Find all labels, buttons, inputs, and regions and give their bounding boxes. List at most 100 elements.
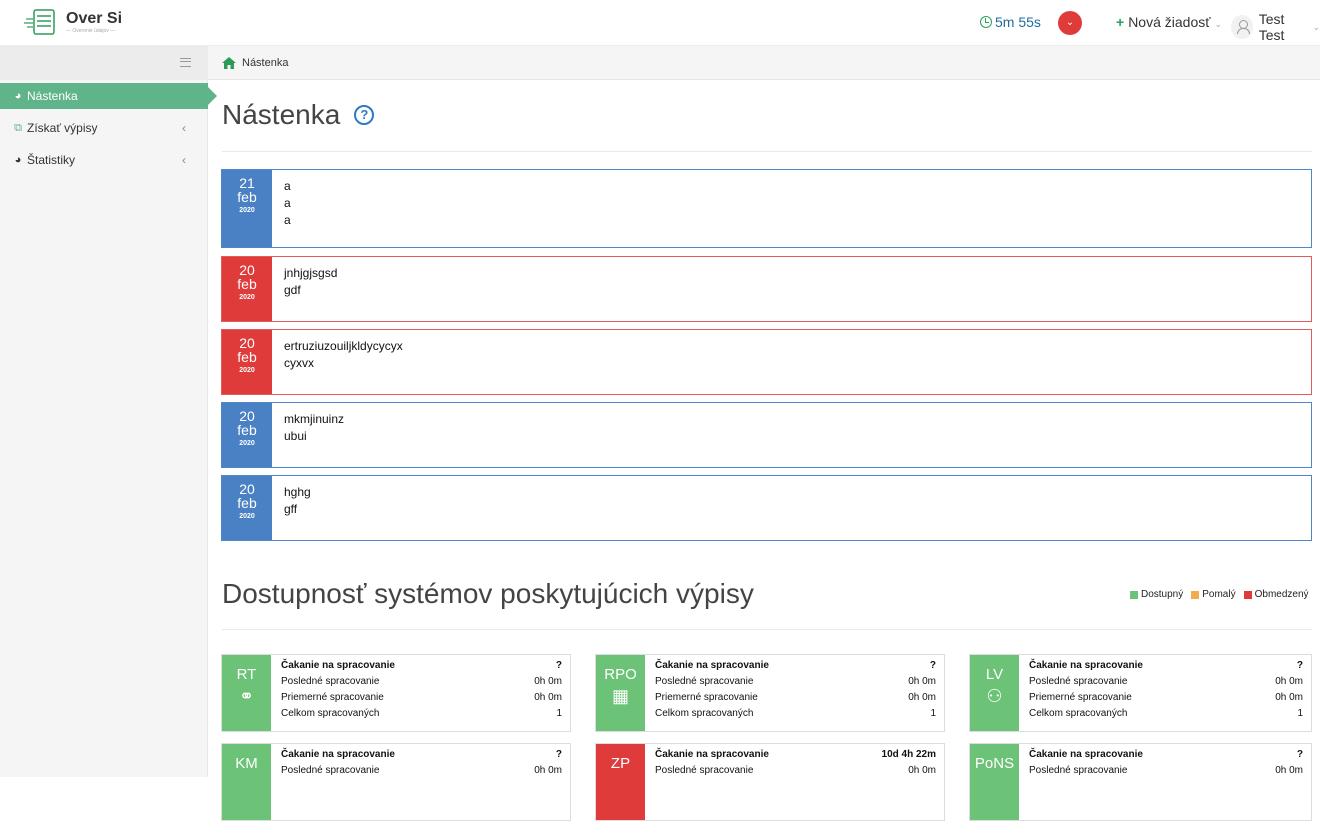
notice-year: 2020 xyxy=(239,513,255,520)
dashboard-icon: ◕ xyxy=(14,90,22,102)
stat-label: Čakanie na spracovanie xyxy=(1029,749,1143,760)
stat-value: 1 xyxy=(930,708,936,719)
session-timer: 5m 55s xyxy=(980,14,1041,30)
legend-label: Dostupný xyxy=(1141,589,1184,600)
system-code: LV xyxy=(985,666,1004,683)
dashboard-icon: ◕ xyxy=(14,154,22,166)
availability-title: Dostupnosť systémov poskytujúcich výpisy xyxy=(222,578,754,609)
stat-label: Posledné spracovanie xyxy=(655,676,754,687)
notice-body: a a a xyxy=(272,170,303,247)
system-card-rpo: RPO ▦ Čakanie na spracovanie? Posledné s… xyxy=(595,654,945,732)
plus-icon: + xyxy=(1116,14,1125,30)
system-stats: Čakanie na spracovanie? Posledné spracov… xyxy=(645,655,944,731)
notice-year: 2020 xyxy=(239,440,255,447)
legend-item: Dostupný xyxy=(1130,589,1183,600)
notice-year: 2020 xyxy=(239,294,255,301)
stat-value: ? xyxy=(1296,749,1303,760)
legend-item: Pomalý xyxy=(1191,589,1236,600)
stat-value: ? xyxy=(929,660,936,671)
stat-label: Celkom spracovaných xyxy=(281,708,380,719)
notice-card: 20 feb 2020 ertruziuzouiljkldycycyx cyxv… xyxy=(221,329,1312,395)
page-title: Nástenka ? xyxy=(222,99,375,131)
stat-value: 0h 0m xyxy=(908,676,936,687)
notice-month: feb xyxy=(237,189,257,205)
sidebar-item-label: Štatistiky xyxy=(27,153,76,167)
link-icon: ⚭ xyxy=(238,686,255,706)
stat-label: Celkom spracovaných xyxy=(1029,708,1128,719)
clock-icon xyxy=(980,16,992,28)
system-code: ZP xyxy=(610,755,631,772)
notice-body: ertruziuzouiljkldycycyx cyxvx xyxy=(272,330,415,394)
hamburger-icon[interactable] xyxy=(180,58,191,67)
stat-label: Priemerné spracovanie xyxy=(281,692,384,703)
users-icon: ⚇ xyxy=(986,686,1003,706)
divider xyxy=(222,151,1312,152)
stat-label: Čakanie na spracovanie xyxy=(655,660,769,671)
notice-line: hghg xyxy=(284,485,311,499)
system-stats: Čakanie na spracovanie? Posledné spracov… xyxy=(271,655,570,731)
notice-line: gdf xyxy=(284,283,301,297)
sidebar-item-label: Získať výpisy xyxy=(27,121,98,135)
sidebar-item-statistiky[interactable]: ◕ Štatistiky ‹ xyxy=(0,147,208,173)
notice-date: 20 feb 2020 xyxy=(222,257,272,321)
legend-label: Pomalý xyxy=(1202,589,1236,600)
system-code: RPO xyxy=(604,666,637,683)
notice-line: a xyxy=(284,179,291,193)
system-badge: LV ⚇ xyxy=(970,655,1019,731)
sidebar-item-label: Nástenka xyxy=(27,89,78,103)
notice-line: jnhjgjsgsd xyxy=(284,266,338,280)
notice-line: cyxvx xyxy=(284,356,314,370)
system-badge: ZP xyxy=(596,744,645,820)
breadcrumb-item[interactable]: Nástenka xyxy=(242,57,288,69)
chevron-left-icon: ‹ xyxy=(182,121,186,135)
logo-title: Over Si xyxy=(66,9,123,27)
top-navbar: Over Si — Overenie údajov — 5m 55s ⌄ + No… xyxy=(0,0,1320,46)
system-card-pons: PoNS Čakanie na spracovanie? Posledné sp… xyxy=(969,743,1312,821)
home-icon[interactable] xyxy=(222,56,236,69)
notice-body: hghg gff xyxy=(272,476,323,540)
system-badge: RT ⚭ xyxy=(222,655,271,731)
stat-value: 1 xyxy=(1297,708,1303,719)
chevron-down-icon: ⌄ xyxy=(1214,19,1223,29)
sidebar: ◕ Nástenka ⧉ Získať výpisy ‹ ◕ Štatistik… xyxy=(0,46,217,777)
notice-month: feb xyxy=(237,276,257,292)
system-badge: PoNS xyxy=(970,744,1019,820)
notice-line: ertruziuzouiljkldycycyx xyxy=(284,339,403,353)
divider xyxy=(222,629,1312,630)
notice-month: feb xyxy=(237,422,257,438)
help-icon[interactable]: ? xyxy=(354,105,375,125)
system-stats: Čakanie na spracovanie? Posledné spracov… xyxy=(1019,744,1311,820)
stat-label: Čakanie na spracovanie xyxy=(655,749,769,760)
notice-card: 21 feb 2020 a a a xyxy=(221,169,1312,248)
chevron-left-icon: ‹ xyxy=(182,153,186,167)
notice-date: 21 feb 2020 xyxy=(222,170,272,247)
stat-label: Čakanie na spracovanie xyxy=(281,660,395,671)
legend-label: Obmedzený xyxy=(1254,589,1309,600)
system-code: KM xyxy=(235,755,258,772)
stat-value: 10d 4h 22m xyxy=(881,749,936,760)
stat-value: 0h 0m xyxy=(1275,692,1303,703)
logo-subtitle: — Overenie údajov — xyxy=(66,27,116,34)
user-menu[interactable]: Test Test ⌄ xyxy=(1231,11,1320,43)
stat-label: Posledné spracovanie xyxy=(281,676,380,687)
new-request-label: Nová žiadosť xyxy=(1128,14,1211,30)
logo[interactable]: Over Si — Overenie údajov — xyxy=(24,7,122,37)
new-request-button[interactable]: + Nová žiadosť ⌄ xyxy=(1116,14,1222,30)
sidebar-item-ziskat-vypisy[interactable]: ⧉ Získať výpisy ‹ xyxy=(0,115,208,141)
sidebar-item-nastenka[interactable]: ◕ Nástenka xyxy=(0,83,217,109)
notice-date: 20 feb 2020 xyxy=(222,330,272,394)
notice-month: feb xyxy=(237,349,257,365)
breadcrumb: Nástenka xyxy=(208,46,1320,80)
notice-line: gff xyxy=(284,502,298,516)
stat-value: 0h 0m xyxy=(1275,676,1303,687)
stat-label: Celkom spracovaných xyxy=(655,708,754,719)
legend-item: Obmedzený xyxy=(1243,589,1309,600)
sidebar-toggle-bar xyxy=(0,46,208,80)
system-card-zp: ZP Čakanie na spracovanie 10d 4h 22m Posl… xyxy=(595,743,945,821)
timer-dropdown-button[interactable]: ⌄ xyxy=(1058,11,1082,35)
notice-date: 20 feb 2020 xyxy=(222,476,272,540)
system-stats: Čakanie na spracovanie? Posledné spracov… xyxy=(1019,655,1311,731)
system-card-km: KM Čakanie na spracovanie? Posledné spra… xyxy=(221,743,571,821)
notice-line: mkmjinuinz xyxy=(284,412,345,426)
timer-value: 5m 55s xyxy=(995,14,1041,30)
